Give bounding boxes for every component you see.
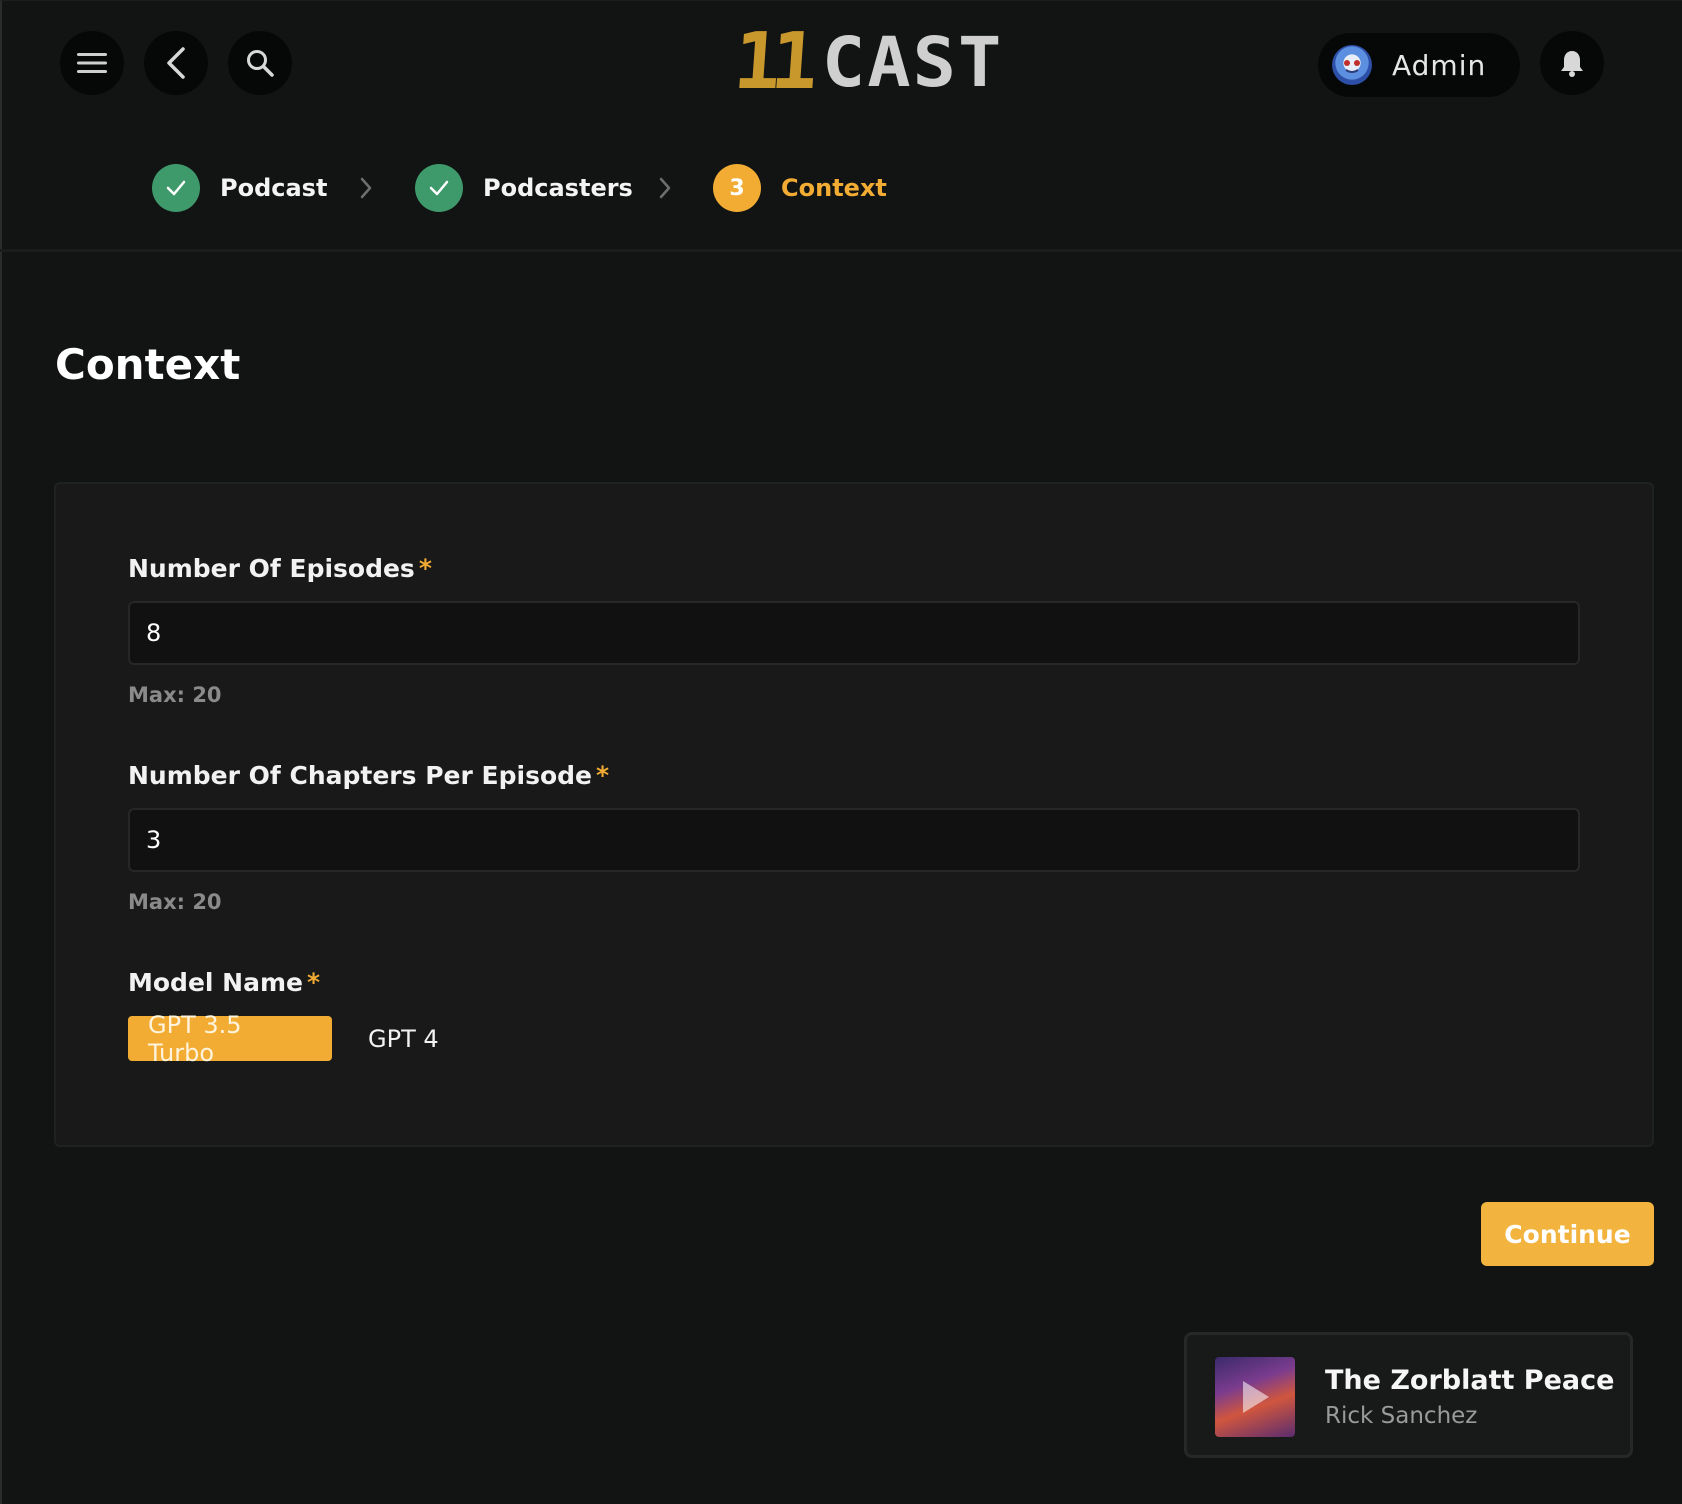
logo-number: 11 [730, 17, 812, 107]
top-bar: 11 CAST Admin Podcast Podcasters 3 Conte… [0, 0, 1682, 250]
back-chevron-icon [167, 47, 185, 79]
chevron-right-icon [659, 177, 671, 199]
player-artist: Rick Sanchez [1325, 1403, 1478, 1429]
episodes-hint: Max: 20 [128, 683, 222, 707]
step-label: Context [781, 174, 887, 202]
episode-cover-art[interactable] [1215, 1357, 1295, 1437]
episodes-input[interactable] [128, 601, 1580, 665]
required-marker: * [306, 968, 321, 997]
episodes-label-text: Number Of Episodes [128, 554, 415, 583]
continue-button[interactable]: Continue [1481, 1202, 1654, 1266]
step-status-badge [152, 164, 200, 212]
step-status-badge [415, 164, 463, 212]
user-menu[interactable]: Admin [1318, 33, 1520, 97]
logo-word: CAST [821, 22, 1004, 102]
search-button[interactable] [228, 31, 292, 95]
notifications-button[interactable] [1540, 31, 1604, 95]
step-podcast[interactable]: Podcast [152, 164, 327, 212]
bell-icon [1561, 51, 1583, 77]
step-context[interactable]: 3 Context [713, 164, 887, 212]
chapters-label-text: Number Of Chapters Per Episode [128, 761, 592, 790]
back-button[interactable] [144, 31, 208, 95]
required-marker: * [595, 761, 610, 790]
step-number-badge: 3 [713, 164, 761, 212]
model-option-gpt35-turbo[interactable]: GPT 3.5 Turbo [128, 1011, 332, 1067]
player-episode-title: The Zorblatt Peace Ac [1325, 1365, 1615, 1396]
step-label: Podcasters [483, 174, 633, 202]
step-podcasters[interactable]: Podcasters [415, 164, 633, 212]
model-option-gpt4[interactable]: GPT 4 [348, 1016, 459, 1061]
user-name: Admin [1392, 48, 1487, 82]
avatar [1332, 45, 1372, 85]
chapters-input[interactable] [128, 808, 1580, 872]
check-icon [166, 180, 186, 196]
menu-icon [77, 53, 107, 73]
model-label: Model Name * [128, 968, 320, 997]
episodes-label: Number Of Episodes * [128, 554, 432, 583]
play-icon [1243, 1381, 1269, 1413]
header-divider [0, 249, 1682, 252]
model-label-text: Model Name [128, 968, 303, 997]
page-title: Context [55, 340, 241, 389]
chapters-label: Number Of Chapters Per Episode * [128, 761, 609, 790]
mini-player[interactable]: The Zorblatt Peace Ac Rick Sanchez [1184, 1332, 1633, 1458]
avatar-face-icon [1344, 60, 1360, 73]
check-icon [429, 180, 449, 196]
required-marker: * [418, 554, 432, 583]
chevron-right-icon [360, 177, 372, 199]
step-label: Podcast [220, 174, 328, 202]
menu-button[interactable] [60, 31, 124, 95]
search-icon [247, 50, 274, 77]
app-logo[interactable]: 11 CAST [730, 17, 1004, 107]
chapters-hint: Max: 20 [128, 890, 222, 914]
